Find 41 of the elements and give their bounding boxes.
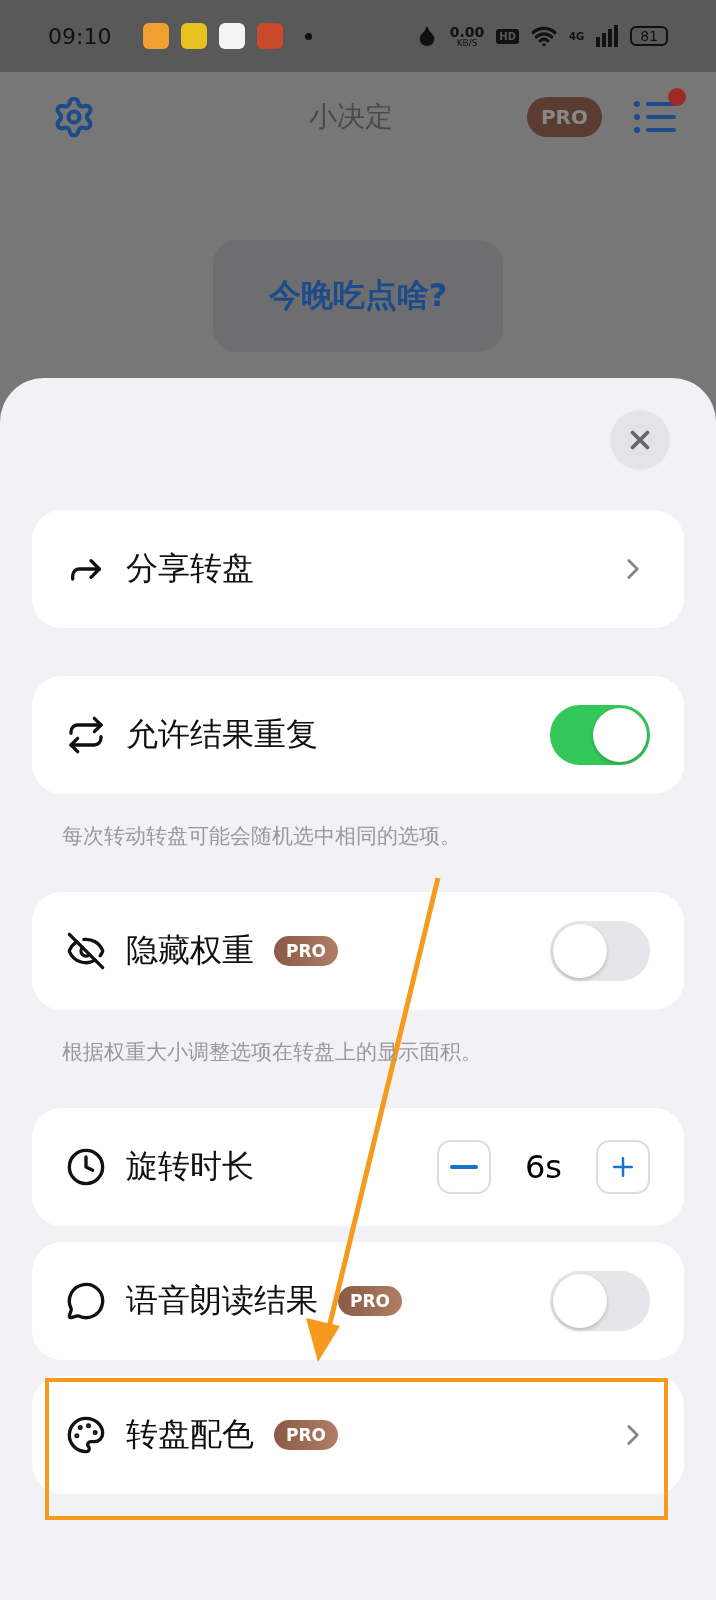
settings-row[interactable]: 语音朗读结果 PRO [32, 1242, 684, 1360]
network-speed: 0.00 [449, 24, 485, 39]
pro-badge: PRO [274, 1420, 338, 1450]
app-icon [257, 23, 284, 49]
row-label: 允许结果重复 [126, 714, 318, 755]
app-icon [181, 23, 208, 49]
row-label: 分享转盘 [126, 548, 254, 589]
pro-badge: PRO [338, 1286, 402, 1316]
row-label: 语音朗读结果 [126, 1280, 318, 1321]
settings-row[interactable]: 转盘配色 PRO [32, 1376, 684, 1494]
hd-badge: HD [496, 28, 519, 44]
palette-icon [66, 1415, 106, 1455]
row-label: 转盘配色 [126, 1414, 254, 1455]
row-label: 旋转时长 [126, 1146, 254, 1187]
row-label: 隐藏权重 [126, 930, 254, 971]
status-time: 09:10 [48, 23, 112, 49]
settings-row[interactable]: 分享转盘 [32, 510, 684, 628]
settings-row[interactable]: 旋转时长 6s [32, 1108, 684, 1226]
toggle-switch[interactable] [550, 921, 650, 981]
increase-button[interactable] [596, 1140, 650, 1194]
duration-value: 6s [524, 1148, 562, 1186]
app-icon [143, 23, 170, 49]
notification-dot [305, 32, 313, 40]
settings-row[interactable]: 允许结果重复 [32, 676, 684, 794]
toggle-switch[interactable] [550, 1271, 650, 1331]
network-type: 4G [569, 30, 585, 42]
minus-icon [449, 1165, 478, 1169]
clock-icon [66, 1147, 106, 1187]
toggle-switch[interactable] [550, 705, 650, 765]
signal-icon [596, 25, 619, 47]
eye-off-icon [66, 931, 106, 971]
row-hint: 每次转动转盘可能会随机选中相同的选项。 [62, 824, 462, 849]
speed-unit: KB/S [456, 38, 478, 48]
battery-level: 81 [630, 26, 668, 46]
chat-bubble-icon [66, 1281, 106, 1321]
pro-badge: PRO [274, 936, 338, 966]
repeat-icon [66, 715, 106, 755]
decrease-button[interactable] [436, 1140, 491, 1194]
app-icon [219, 23, 246, 49]
menu-icon[interactable] [634, 100, 676, 134]
settings-row[interactable]: 隐藏权重 PRO [32, 892, 684, 1010]
